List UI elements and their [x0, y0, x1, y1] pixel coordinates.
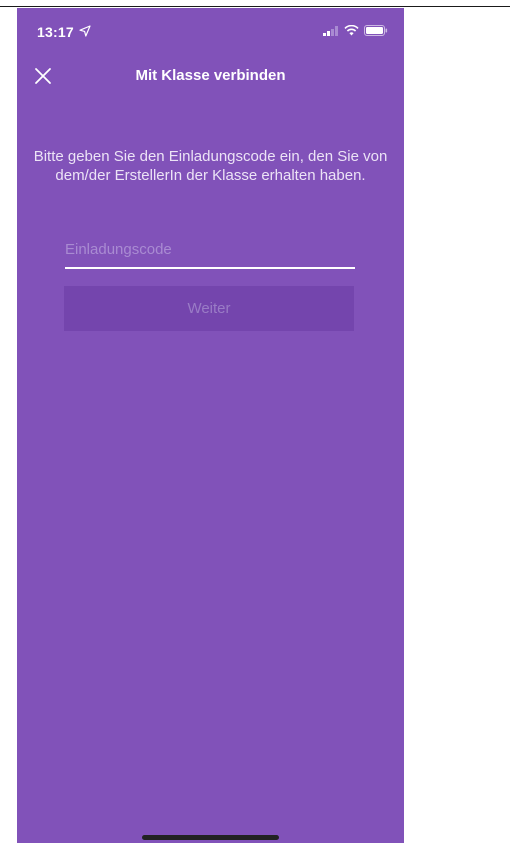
- battery-icon: [364, 25, 388, 36]
- page: 13:17 Mit Klasse verbinden Bitte geben S…: [0, 0, 510, 843]
- status-time: 13:17: [37, 24, 74, 40]
- status-icons: [323, 25, 388, 36]
- phone-screen: 13:17 Mit Klasse verbinden Bitte geben S…: [17, 8, 404, 843]
- status-bar: 13:17: [17, 8, 404, 52]
- nav-bar: Mit Klasse verbinden: [17, 58, 404, 94]
- wifi-icon: [344, 25, 359, 36]
- continue-button[interactable]: Weiter: [64, 286, 354, 331]
- instructions-text: Bitte geben Sie den Einladungscode ein, …: [33, 148, 388, 184]
- signal-icon: [323, 25, 338, 36]
- top-divider: [0, 6, 510, 7]
- home-indicator: [142, 835, 279, 840]
- page-title: Mit Klasse verbinden: [135, 67, 286, 84]
- location-arrow-icon: [79, 25, 91, 37]
- invite-code-input[interactable]: [65, 231, 355, 269]
